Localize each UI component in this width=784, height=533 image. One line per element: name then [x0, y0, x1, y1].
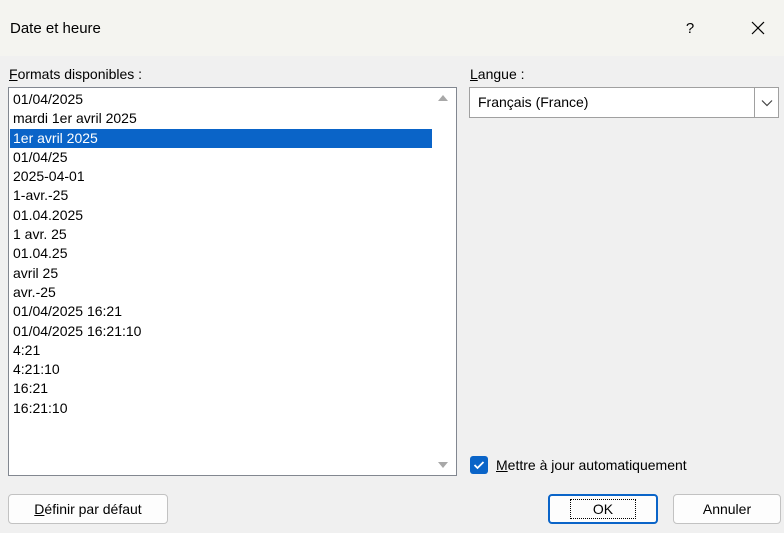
format-list-item[interactable]: 01/04/2025 16:21 — [10, 302, 432, 321]
format-list-item[interactable]: mardi 1er avril 2025 — [10, 109, 432, 128]
auto-update-label-text: ettre à jour automatiquement — [507, 457, 687, 473]
language-label-text: angue : — [477, 66, 525, 82]
language-select[interactable]: Français (France) — [469, 87, 779, 118]
set-default-label: éfinir par défaut — [44, 501, 142, 517]
formats-list: 01/04/2025 mardi 1er avril 2025 1er avril … — [10, 90, 432, 418]
language-label: Langue : — [470, 66, 525, 82]
scroll-up-icon[interactable] — [437, 94, 449, 102]
set-default-button[interactable]: Définir par défaut — [8, 494, 168, 524]
set-default-accesskey: D — [34, 501, 45, 517]
listbox-scrollbar[interactable] — [432, 88, 456, 475]
date-time-dialog: Date et heure ? Formats disponibles : 01… — [0, 0, 784, 533]
dialog-title: Date et heure — [10, 20, 101, 37]
format-list-item[interactable]: 1 avr. 25 — [10, 225, 432, 244]
cancel-button-label: Annuler — [702, 501, 752, 517]
auto-update-label[interactable]: Mettre à jour automatiquement — [496, 457, 687, 473]
auto-update-label-accesskey: M — [496, 457, 508, 473]
format-list-item[interactable]: 01/04/2025 16:21:10 — [10, 322, 432, 341]
format-list-item[interactable]: 4:21 — [10, 341, 432, 360]
format-list-item[interactable]: 1-avr.-25 — [10, 186, 432, 205]
format-list-item[interactable]: 01/04/2025 — [10, 90, 432, 109]
scroll-down-icon[interactable] — [437, 461, 449, 469]
auto-update-checkbox[interactable] — [470, 456, 488, 474]
formats-listbox[interactable]: 01/04/2025 mardi 1er avril 2025 1er avril … — [8, 87, 457, 476]
format-list-item[interactable]: 01.04.25 — [10, 244, 432, 263]
title-bar: Date et heure ? — [0, 0, 784, 56]
help-icon: ? — [685, 19, 695, 37]
language-label-accesskey: L — [470, 66, 478, 82]
help-button[interactable]: ? — [668, 8, 712, 48]
format-list-item[interactable]: 16:21:10 — [10, 399, 432, 418]
ok-button[interactable]: OK — [548, 494, 658, 524]
close-button[interactable] — [734, 8, 782, 48]
format-list-item[interactable]: avril 25 — [10, 264, 432, 283]
cancel-button[interactable]: Annuler — [673, 494, 781, 524]
format-list-item[interactable]: 1er avril 2025 — [10, 128, 432, 148]
formats-label-accesskey: F — [9, 66, 18, 82]
formats-label-text: ormats disponibles : — [17, 66, 143, 82]
format-list-item[interactable]: avr.-25 — [10, 283, 432, 302]
ok-button-label: OK — [569, 499, 637, 519]
format-list-item[interactable]: 01.04.2025 — [10, 206, 432, 225]
chevron-down-icon — [761, 99, 772, 106]
language-select-value: Français (France) — [478, 94, 589, 110]
format-list-item[interactable]: 4:21:10 — [10, 360, 432, 379]
format-list-item[interactable]: 16:21 — [10, 379, 432, 398]
close-icon — [751, 21, 765, 35]
format-list-item[interactable]: 2025-04-01 — [10, 167, 432, 186]
formats-label: Formats disponibles : — [9, 66, 142, 82]
auto-update-option[interactable]: Mettre à jour automatiquement — [470, 455, 687, 475]
format-list-item[interactable]: 01/04/25 — [10, 148, 432, 167]
language-dropdown-button[interactable] — [754, 88, 778, 117]
checkmark-icon — [473, 461, 485, 470]
